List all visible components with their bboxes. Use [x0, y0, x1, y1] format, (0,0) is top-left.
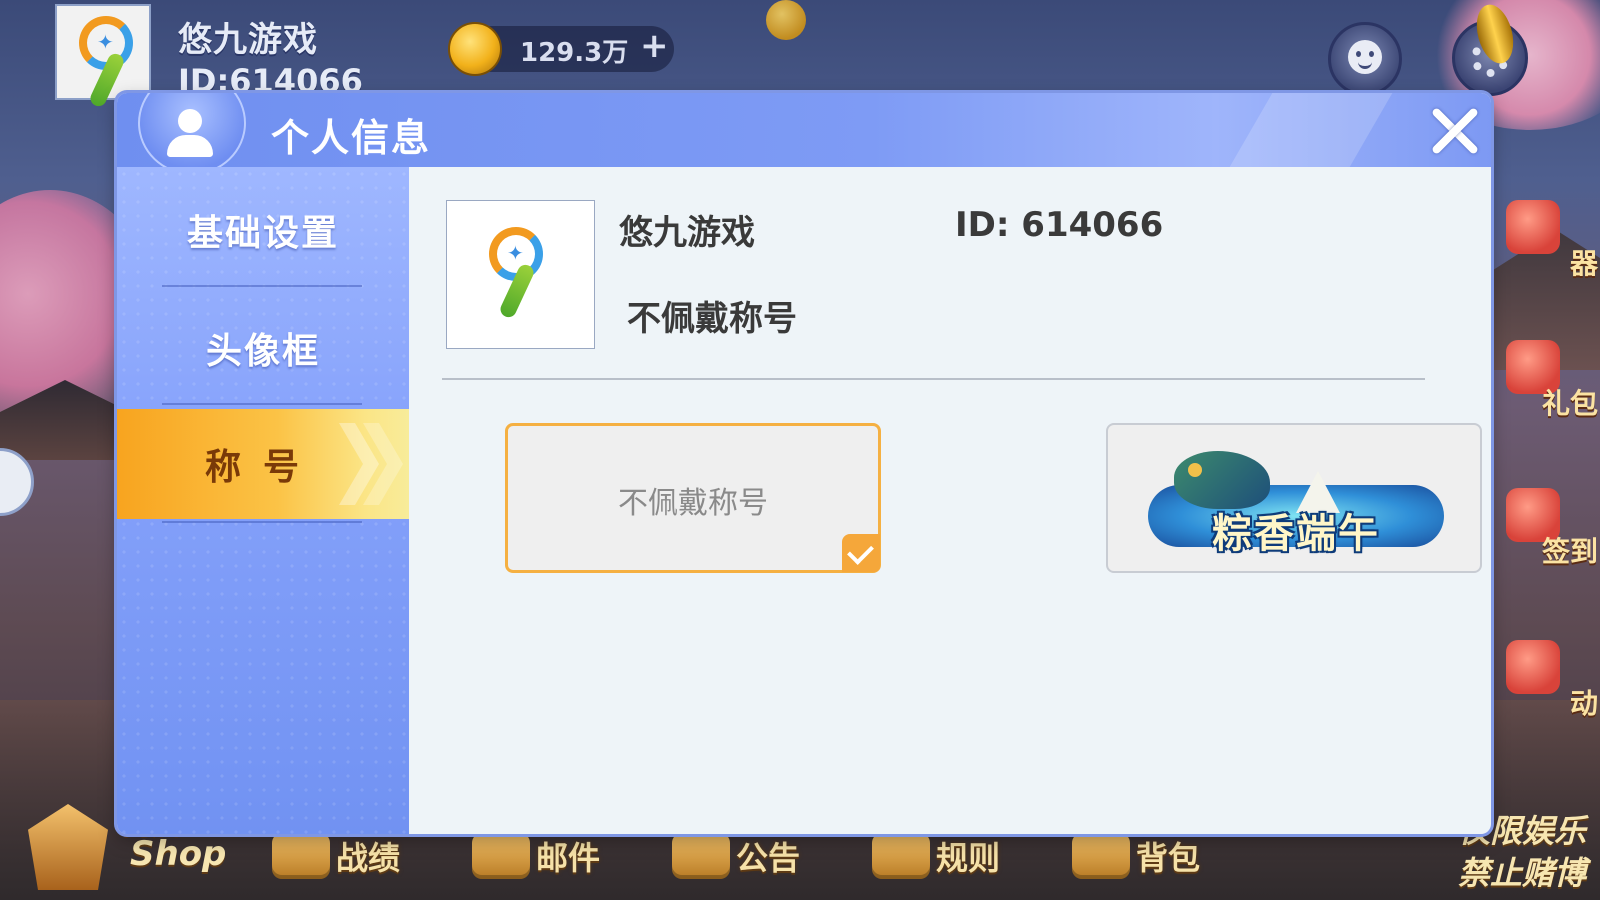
tab-basic-settings[interactable]: 基础设置 — [117, 175, 409, 285]
shop-label-en: Shop — [130, 834, 227, 874]
customer-service-icon — [1348, 40, 1382, 74]
record-icon — [272, 833, 330, 879]
side-item-gift[interactable]: 礼包 — [1490, 340, 1600, 430]
dialog-header: 个人信息 — [117, 93, 1491, 175]
sidebar-divider — [162, 521, 362, 523]
mail-icon — [472, 833, 530, 879]
profile-avatar: ✦ — [446, 200, 595, 349]
customer-service-button[interactable] — [1328, 22, 1402, 96]
backpack-button[interactable]: 背包 — [1072, 826, 1200, 886]
backpack-icon — [1072, 833, 1130, 879]
top-avatar[interactable]: ✦ — [55, 4, 151, 109]
game-logo-icon: ✦ — [485, 227, 557, 323]
title-option-label: 不佩戴称号 — [618, 486, 768, 521]
dialog-title: 个人信息 — [271, 116, 432, 160]
backpack-label: 背包 — [1136, 839, 1201, 877]
record-label: 战绩 — [336, 839, 401, 877]
mail-label: 邮件 — [536, 839, 601, 877]
profile-id: ID: 614066 — [955, 205, 1164, 245]
event-icon — [1506, 640, 1560, 694]
add-coins-button[interactable]: + — [640, 26, 669, 66]
rules-button[interactable]: 规则 — [872, 826, 1000, 886]
floating-coin-icon — [766, 0, 806, 40]
sidebar-divider — [162, 285, 362, 287]
notice-label: 公告 — [736, 839, 801, 877]
dialog-content: ✦ 悠九游戏 ID: 614066 不佩戴称号 不佩戴称号 粽香端午 — [409, 167, 1491, 834]
profile-current-title: 不佩戴称号 — [627, 299, 797, 339]
title-option-label: 粽香端午 — [1212, 510, 1380, 557]
title-option-none[interactable]: 不佩戴称号 — [505, 423, 881, 573]
record-button[interactable]: 战绩 — [272, 826, 400, 886]
tab-label: 头像框 — [205, 331, 320, 372]
rules-icon — [872, 833, 930, 879]
side-item-device[interactable]: 器 — [1490, 200, 1600, 290]
profile-name: 悠九游戏 — [619, 213, 755, 253]
side-item-label: 器 — [1569, 247, 1598, 280]
title-option-dragon-boat[interactable]: 粽香端午 — [1106, 423, 1482, 573]
notice-button[interactable]: 公告 — [672, 826, 800, 886]
shop-icon — [28, 804, 108, 890]
tab-title[interactable]: 称号 — [117, 409, 409, 519]
sidebar-divider — [162, 403, 362, 405]
tab-label: 基础设置 — [186, 213, 339, 254]
warning-line-2: 禁止赌博 — [1457, 854, 1586, 892]
header-shine — [1229, 93, 1393, 167]
mail-button[interactable]: 邮件 — [472, 826, 600, 886]
close-icon[interactable] — [1427, 103, 1483, 159]
side-item-event[interactable]: 动 — [1490, 640, 1600, 730]
side-item-icon — [1506, 200, 1560, 254]
tab-avatar-frame[interactable]: 头像框 — [117, 293, 409, 403]
personal-info-dialog: 个人信息 基础设置 头像框 称号 ✦ 悠九游戏 ID: 614066 不佩戴称号… — [117, 93, 1491, 834]
coin-balance: 129.3万 — [520, 38, 629, 68]
tab-label: 称号 — [204, 447, 321, 488]
check-icon — [842, 534, 880, 572]
side-item-checkin[interactable]: 签到 — [1490, 488, 1600, 578]
user-icon — [167, 109, 213, 159]
rules-label: 规则 — [936, 839, 1001, 877]
side-item-label: 动 — [1569, 687, 1598, 720]
side-item-label: 签到 — [1541, 535, 1598, 568]
dragon-boat-banner: 粽香端午 — [1148, 445, 1444, 557]
content-divider — [442, 378, 1425, 380]
dialog-sidebar: 基础设置 头像框 称号 — [117, 167, 409, 834]
top-nickname: 悠九游戏 — [178, 20, 318, 60]
side-item-label: 礼包 — [1541, 387, 1598, 420]
coin-icon — [448, 22, 502, 76]
notice-icon — [672, 833, 730, 879]
